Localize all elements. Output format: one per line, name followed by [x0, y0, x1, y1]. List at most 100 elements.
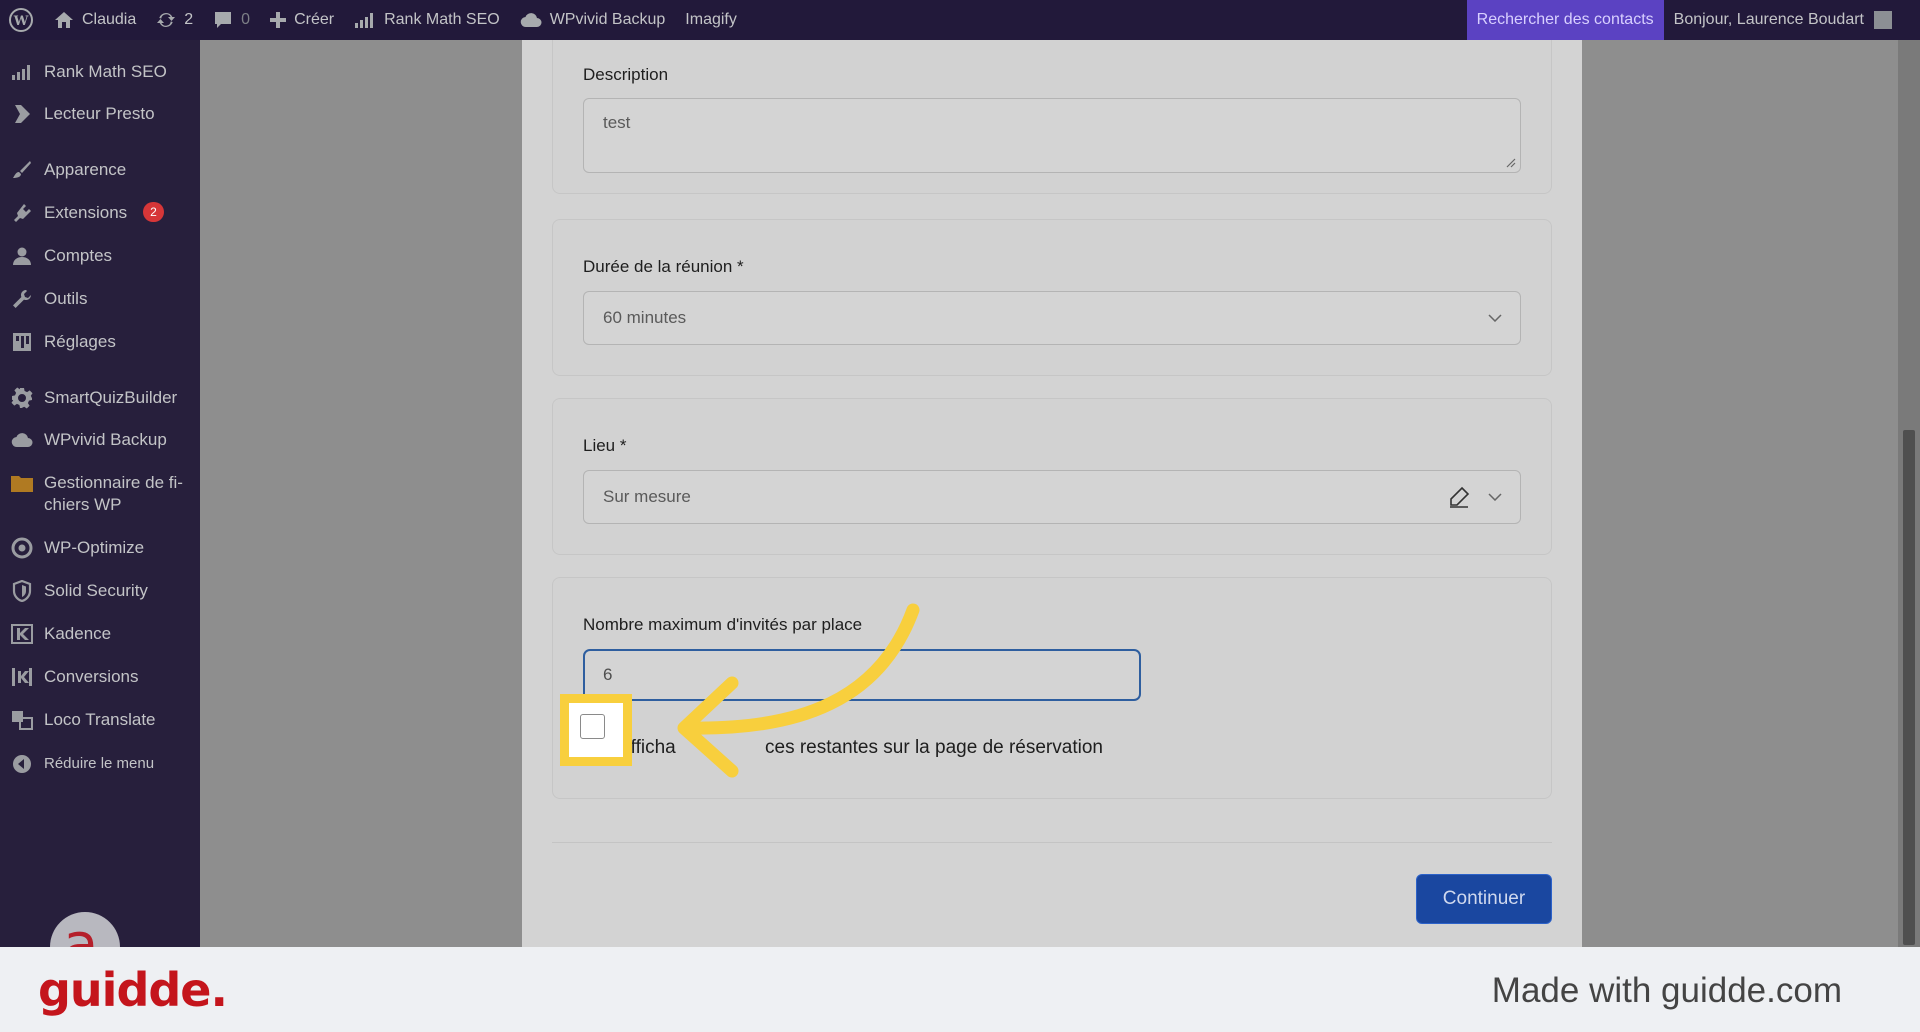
description-textarea[interactable]: test: [583, 98, 1521, 173]
updates-link[interactable]: 2: [146, 0, 203, 40]
wordpress-logo-icon[interactable]: W: [0, 0, 44, 40]
account-menu[interactable]: Bonjour, Laurence Boudart: [1664, 0, 1920, 40]
wrench-icon: [10, 288, 34, 310]
collapse-menu-button[interactable]: Réduire le menu: [0, 753, 200, 775]
create-label: Créer: [294, 11, 335, 28]
max-guests-label: Nombre maximum d'invités par place: [583, 615, 863, 634]
sidebar-item-wpvivid[interactable]: WPvivid Backup: [0, 429, 200, 451]
refresh-icon: [157, 12, 176, 28]
sidebar-item-label: Kadence: [44, 624, 112, 643]
sidebar-item-label: Extensions: [44, 203, 128, 222]
location-select[interactable]: Sur mesure: [583, 470, 1521, 524]
sidebar-item-label: Rank Math SEO: [44, 62, 167, 81]
search-contacts-label: Rechercher des contacts: [1476, 11, 1654, 28]
chart-icon: [10, 61, 34, 83]
sidebar-item-label: Conversions: [44, 667, 139, 686]
show-remaining-checkbox[interactable]: [580, 714, 605, 739]
sidebar-item-outils[interactable]: Outils: [0, 288, 200, 310]
max-guests-input[interactable]: 6: [583, 649, 1141, 701]
duration-select[interactable]: 60 minutes: [583, 291, 1521, 345]
collapse-icon: [10, 753, 34, 775]
pen-icon: [1450, 486, 1470, 508]
gear-icon: [10, 387, 34, 409]
wpvivid-label: WPvivid Backup: [549, 11, 666, 28]
sidebar-item-label: Solid Security: [44, 581, 148, 600]
location-value: Sur mesure: [603, 487, 691, 506]
svg-text:W: W: [13, 14, 29, 29]
site-name-link[interactable]: Claudia: [44, 0, 146, 40]
brush-icon: [10, 159, 34, 181]
update-count-badge: 2: [143, 202, 164, 222]
play-icon: [10, 103, 34, 125]
sidebar-item-label: Loco Translate: [44, 710, 156, 729]
comments-count: 0: [241, 11, 251, 28]
location-section: Lieu * Sur mesure: [552, 398, 1552, 555]
admin-bar: W Claudia 2 0 Créer Rank Math SEO WPvivi…: [0, 0, 1920, 40]
duration-value: 60 minutes: [603, 308, 687, 327]
sidebar-item-smartquizbuilder[interactable]: SmartQuizBuilder: [0, 387, 200, 409]
cloud-icon: [10, 429, 34, 451]
imagify-menu[interactable]: Imagify: [675, 0, 747, 40]
create-new-menu[interactable]: Créer: [260, 0, 344, 40]
greeting-text: Bonjour, Laurence Boudart: [1673, 11, 1864, 28]
location-label: Lieu *: [583, 436, 627, 455]
continue-button[interactable]: Continuer: [1416, 874, 1552, 924]
rankmath-menu[interactable]: Rank Math SEO: [344, 0, 510, 40]
sidebar-item-comptes[interactable]: Comptes: [0, 245, 200, 267]
folder-icon: [10, 472, 34, 494]
main-content: Description test Durée de la réunion * 6…: [200, 40, 1920, 947]
plus-icon: [270, 12, 287, 28]
sidebar-item-label: WP-Optimize: [44, 538, 145, 557]
conversions-icon: [10, 666, 34, 688]
sidebar-item-label: Lecteur Presto: [44, 104, 155, 123]
sidebar-item-label: Réglages: [44, 332, 116, 351]
user-icon: [10, 245, 34, 267]
cloud-icon: [520, 13, 542, 28]
guidde-footer: guidde. Made with guidde.com: [0, 947, 1920, 1032]
optimize-icon: [10, 537, 34, 559]
translate-icon: [10, 709, 34, 731]
description-value: test: [603, 113, 631, 132]
chevron-down-icon: [1488, 314, 1502, 322]
comments-link[interactable]: 0: [203, 0, 260, 40]
scrollbar-thumb[interactable]: [1903, 430, 1915, 945]
sidebar-item-label: Comptes: [44, 246, 113, 265]
shield-icon: [10, 580, 34, 602]
event-form-card: Description test Durée de la réunion * 6…: [522, 40, 1582, 947]
comment-icon: [215, 12, 232, 28]
sidebar-item-reglages[interactable]: Réglages: [0, 331, 200, 353]
imagify-label: Imagify: [685, 11, 737, 28]
max-guests-value: 6: [603, 665, 613, 684]
admin-sidebar: Rank Math SEO Lecteur Presto Apparence E…: [0, 40, 200, 982]
description-section: Description test: [552, 40, 1552, 194]
chevron-down-icon: [1488, 493, 1502, 501]
rankmath-label: Rank Math SEO: [384, 11, 500, 28]
kadence-icon: [10, 623, 34, 645]
max-guests-section: Nombre maximum d'invités par place 6 Aff…: [552, 577, 1552, 799]
sidebar-item-wp-optimize[interactable]: WP-Optimize: [0, 537, 200, 559]
sidebar-item-extensions[interactable]: Extensions 2: [0, 202, 200, 224]
sidebar-item-apparence[interactable]: Apparence: [0, 159, 200, 181]
divider: [552, 842, 1552, 843]
sidebar-item-label-wrap: Gestionnaire de fi- chiers WP: [44, 472, 183, 516]
updates-count: 2: [184, 11, 194, 28]
settings-icon: [10, 331, 34, 353]
plugin-icon: [10, 202, 34, 224]
search-contacts-button[interactable]: Rechercher des contacts: [1466, 0, 1664, 40]
site-name: Claudia: [82, 11, 137, 28]
avatar: [1874, 11, 1892, 29]
wpvivid-menu[interactable]: WPvivid Backup: [510, 0, 676, 40]
sidebar-item-lecteur-presto[interactable]: Lecteur Presto: [0, 103, 200, 125]
sidebar-item-label: Réduire le menu: [44, 755, 155, 772]
sidebar-item-rankmath[interactable]: Rank Math SEO: [0, 61, 200, 83]
sidebar-item-solid-security[interactable]: Solid Security: [0, 580, 200, 602]
description-label: Description: [583, 65, 669, 84]
sidebar-item-file-manager[interactable]: Gestionnaire de fi- chiers WP: [0, 472, 200, 516]
sidebar-item-label: Apparence: [44, 160, 127, 179]
show-remaining-label-end: ces restantes sur la page de réservation: [765, 737, 1103, 758]
sidebar-item-conversions[interactable]: Conversions: [0, 666, 200, 688]
duration-section: Durée de la réunion * 60 minutes: [552, 219, 1552, 376]
sidebar-item-loco-translate[interactable]: Loco Translate: [0, 709, 200, 731]
highlight-frame: [560, 694, 632, 766]
sidebar-item-kadence[interactable]: Kadence: [0, 623, 200, 645]
